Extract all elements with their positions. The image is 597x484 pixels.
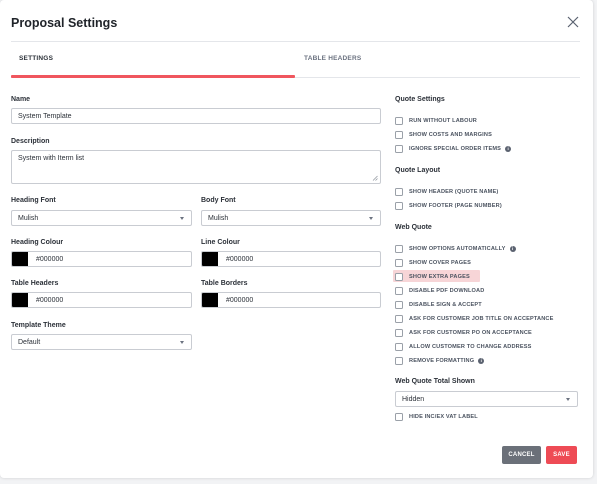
table-headers-colour-input[interactable]: #000000: [11, 292, 192, 308]
name-label: Name: [11, 96, 31, 103]
web-quote-total-heading: Web Quote Total Shown: [395, 378, 475, 385]
body-font-select[interactable]: Mulish: [201, 210, 381, 226]
chevron-down-icon: [566, 398, 570, 401]
checkbox-label: SHOW EXTRA PAGES: [409, 273, 470, 280]
checkbox-show-extra-pages[interactable]: SHOW EXTRA PAGES: [395, 272, 470, 281]
checkbox-label: RUN WITHOUT LABOUR: [409, 117, 477, 124]
cancel-button[interactable]: CANCEL: [502, 446, 541, 464]
checkbox[interactable]: [395, 412, 403, 421]
tab-settings[interactable]: SETTINGS: [19, 55, 53, 62]
close-icon[interactable]: [566, 15, 580, 29]
table-headers-label: Table Headers: [11, 280, 59, 287]
heading-font-select[interactable]: Mulish: [11, 210, 192, 226]
checkbox-label: DISABLE PDF DOWNLOAD: [409, 287, 485, 294]
checkbox[interactable]: [395, 342, 403, 351]
checkbox-show-cover-pages[interactable]: SHOW COVER PAGES: [395, 258, 471, 267]
checkbox-label: SHOW COVER PAGES: [409, 259, 471, 266]
checkbox-label: ALLOW CUSTOMER TO CHANGE ADDRESS: [409, 343, 532, 350]
info-icon[interactable]: i: [505, 145, 512, 152]
checkbox[interactable]: [395, 272, 403, 281]
info-icon[interactable]: i: [478, 357, 485, 364]
template-theme-select[interactable]: Default: [11, 334, 192, 350]
description-textarea[interactable]: System with Iterm list: [11, 150, 381, 184]
proposal-settings-modal: Proposal Settings SETTINGS TABLE HEADERS…: [0, 0, 593, 478]
heading-colour-label: Heading Colour: [11, 239, 64, 246]
checkbox-disable-sign-accept[interactable]: DISABLE SIGN & ACCEPT: [395, 300, 482, 309]
checkbox-hide-vat-label[interactable]: HIDE INC/EX VAT LABEL: [395, 412, 478, 421]
checkbox[interactable]: [395, 244, 403, 253]
chevron-down-icon: [369, 217, 373, 220]
checkbox-label: SHOW FOOTER (PAGE NUMBER): [409, 202, 502, 209]
template-theme-label: Template Theme: [11, 322, 66, 329]
chevron-down-icon: [180, 217, 184, 220]
web-quote-heading: Web Quote: [395, 224, 432, 231]
template-theme-value: Default: [18, 339, 41, 346]
name-input[interactable]: System Template: [11, 108, 381, 124]
checkbox[interactable]: [395, 144, 403, 153]
tab-table-headers[interactable]: TABLE HEADERS: [304, 55, 361, 62]
checkbox[interactable]: [395, 187, 403, 196]
title-divider: [11, 41, 580, 42]
checkbox-remove-formatting[interactable]: REMOVE FORMATTING i: [395, 356, 485, 365]
name-value: System Template: [18, 113, 72, 120]
checkbox-ask-customer-po[interactable]: ASK FOR CUSTOMER PO ON ACCEPTANCE: [395, 328, 532, 337]
checkbox-show-options-automatically[interactable]: SHOW OPTIONS AUTOMATICALLY i: [395, 244, 516, 253]
active-tab-indicator: [11, 75, 295, 78]
description-label: Description: [11, 138, 50, 145]
heading-colour-input[interactable]: #000000: [11, 251, 192, 267]
checkbox-show-footer[interactable]: SHOW FOOTER (PAGE NUMBER): [395, 201, 502, 210]
checkbox-ignore-special-order-items[interactable]: IGNORE SPECIAL ORDER ITEMS i: [395, 144, 512, 153]
colour-swatch[interactable]: [12, 293, 28, 307]
checkbox-label: IGNORE SPECIAL ORDER ITEMS: [409, 145, 502, 152]
save-button[interactable]: SAVE: [546, 446, 577, 464]
table-borders-colour-value: #000000: [226, 297, 254, 304]
modal-title: Proposal Settings: [11, 16, 118, 30]
checkbox-run-without-labour[interactable]: RUN WITHOUT LABOUR: [395, 116, 477, 125]
web-quote-total-select[interactable]: Hidden: [395, 391, 578, 407]
checkbox-ask-job-title[interactable]: ASK FOR CUSTOMER JOB TITLE ON ACCEPTANCE: [395, 314, 554, 323]
checkbox[interactable]: [395, 116, 403, 125]
line-colour-label: Line Colour: [201, 239, 240, 246]
colour-swatch[interactable]: [202, 293, 218, 307]
heading-font-value: Mulish: [18, 215, 39, 222]
checkbox[interactable]: [395, 356, 403, 365]
checkbox[interactable]: [395, 300, 403, 309]
line-colour-value: #000000: [226, 256, 254, 263]
body-font-value: Mulish: [208, 215, 229, 222]
checkbox-allow-change-address[interactable]: ALLOW CUSTOMER TO CHANGE ADDRESS: [395, 342, 531, 351]
checkbox-label: REMOVE FORMATTING: [409, 357, 475, 364]
checkbox[interactable]: [395, 328, 403, 337]
chevron-down-icon: [180, 341, 184, 344]
table-headers-colour-value: #000000: [36, 297, 64, 304]
checkbox-label: SHOW OPTIONS AUTOMATICALLY: [409, 245, 506, 252]
checkbox-label: ASK FOR CUSTOMER JOB TITLE ON ACCEPTANCE: [409, 315, 554, 322]
checkbox[interactable]: [395, 286, 403, 295]
info-icon[interactable]: i: [509, 245, 516, 252]
checkbox-show-costs-and-margins[interactable]: SHOW COSTS AND MARGINS: [395, 130, 492, 139]
quote-layout-heading: Quote Layout: [395, 167, 441, 174]
checkbox-show-header[interactable]: SHOW HEADER (QUOTE NAME): [395, 187, 498, 196]
line-colour-input[interactable]: #000000: [201, 251, 381, 267]
heading-font-label: Heading Font: [11, 197, 56, 204]
checkbox-label: ASK FOR CUSTOMER PO ON ACCEPTANCE: [409, 329, 532, 336]
checkbox[interactable]: [395, 314, 403, 323]
description-value: System with Iterm list: [18, 155, 85, 162]
heading-colour-value: #000000: [36, 256, 64, 263]
body-font-label: Body Font: [201, 197, 236, 204]
checkbox-disable-pdf-download[interactable]: DISABLE PDF DOWNLOAD: [395, 286, 484, 295]
checkbox-label: SHOW COSTS AND MARGINS: [409, 131, 492, 138]
web-quote-total-value: Hidden: [402, 396, 425, 403]
resize-handle-icon[interactable]: [372, 175, 378, 181]
checkbox-label: HIDE INC/EX VAT LABEL: [409, 413, 478, 420]
checkbox-label: DISABLE SIGN & ACCEPT: [409, 301, 482, 308]
checkbox-label: SHOW HEADER (QUOTE NAME): [409, 188, 499, 195]
table-borders-colour-input[interactable]: #000000: [201, 292, 381, 308]
checkbox[interactable]: [395, 258, 403, 267]
checkbox[interactable]: [395, 201, 403, 210]
colour-swatch[interactable]: [12, 252, 28, 266]
table-borders-label: Table Borders: [201, 280, 248, 287]
checkbox[interactable]: [395, 130, 403, 139]
quote-settings-heading: Quote Settings: [395, 96, 445, 103]
colour-swatch[interactable]: [202, 252, 218, 266]
